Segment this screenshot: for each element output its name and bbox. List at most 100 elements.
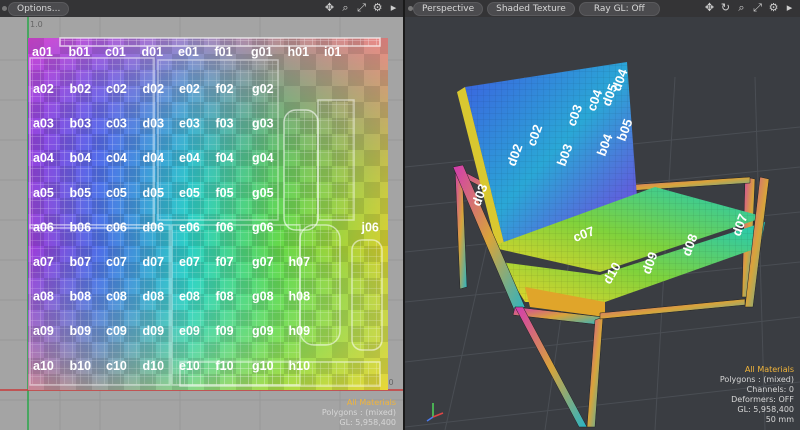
uv-info-materials: All Materials: [346, 398, 396, 407]
uv-label: g08: [252, 290, 274, 304]
uv-label: f10: [216, 359, 234, 373]
uv-label: e01: [178, 45, 199, 59]
uv-label: h09: [289, 324, 311, 338]
uv-label: d06: [143, 220, 165, 234]
uv-label: c06: [106, 220, 127, 234]
persp-info-scale: 50 mm: [765, 415, 794, 424]
uv-label: i01: [324, 45, 341, 59]
uv-viewport-header: Options... ✥ ⌕ ⤢ ⚙ ▸: [0, 0, 404, 17]
viewport-corner-dot: [408, 6, 413, 11]
uv-label: a10: [33, 359, 54, 373]
uv-label: e02: [179, 82, 200, 96]
uv-label: d09: [143, 324, 165, 338]
uv-label: h07: [289, 255, 311, 269]
uv-label: e03: [179, 117, 200, 131]
fit-icon[interactable]: ⤢: [355, 1, 368, 14]
uv-label: e08: [179, 290, 200, 304]
uv-label: c07: [106, 255, 127, 269]
uv-label: c01: [105, 45, 126, 59]
uv-label: g04: [252, 151, 274, 165]
uv-label: b06: [70, 220, 92, 234]
shading-mode-button[interactable]: Shaded Texture: [487, 1, 575, 16]
uv-label: a06: [33, 220, 54, 234]
axis-gizmo: [426, 403, 444, 422]
uv-canvas[interactable]: a01 b01 c01 d01 e01 f01 g01 h01 i01 a02 b02 c02 d02 e…: [0, 17, 404, 430]
uv-label: f03: [216, 117, 234, 131]
uv-label: a02: [33, 82, 54, 96]
perspective-viewport-header: Perspective Shaded Texture Ray GL: Off ✥…: [405, 0, 800, 17]
uv-info-panel: All Materials Polygons : (mixed) GL: 5,9…: [322, 398, 396, 428]
fit-icon[interactable]: ⤢: [751, 1, 764, 14]
uv-label: c04: [106, 151, 127, 165]
expand-icon[interactable]: ▸: [783, 1, 796, 14]
persp-info-polygons: Polygons : (mixed): [719, 375, 794, 384]
uv-label: a09: [33, 324, 54, 338]
uv-label: j06: [361, 220, 379, 234]
uv-label: e05: [179, 186, 200, 200]
viewport-corner-dot: [2, 6, 7, 11]
uv-label: e07: [179, 255, 200, 269]
uv-label: e06: [179, 220, 200, 234]
uv-label: c10: [106, 359, 127, 373]
uv-label: f06: [216, 220, 234, 234]
uv-label: b09: [70, 324, 92, 338]
uv-label: c05: [106, 186, 127, 200]
uv-label: f07: [216, 255, 234, 269]
uv-label: b03: [70, 117, 92, 131]
uv-viewport[interactable]: Options... ✥ ⌕ ⤢ ⚙ ▸ 1.0 .0 a01 b01 c01 …: [0, 0, 404, 430]
zoom-icon[interactable]: ⌕: [339, 1, 352, 14]
move-icon[interactable]: ✥: [703, 1, 716, 14]
expand-icon[interactable]: ▸: [387, 1, 400, 14]
uv-label: g09: [252, 324, 274, 338]
uv-label: d10: [143, 359, 165, 373]
uv-label: e09: [179, 324, 200, 338]
persp-info-gl: GL: 5,958,400: [737, 405, 794, 414]
uv-label: a04: [33, 151, 54, 165]
uv-label: a08: [33, 290, 54, 304]
view-type-button[interactable]: Perspective: [413, 1, 484, 16]
uv-label: b07: [70, 255, 92, 269]
rotate-icon[interactable]: ↻: [719, 1, 732, 14]
uv-label: e04: [179, 151, 200, 165]
settings-icon[interactable]: ⚙: [767, 1, 780, 14]
uv-label: g02: [252, 82, 274, 96]
uv-label: c08: [106, 290, 127, 304]
uv-label: g06: [252, 220, 274, 234]
persp-info-panel: All Materials Polygons : (mixed) Channel…: [720, 365, 794, 425]
persp-info-deformers: Deformers: OFF: [731, 395, 794, 404]
uv-label: b04: [70, 151, 92, 165]
uv-label: b02: [70, 82, 92, 96]
uv-label: f02: [216, 82, 234, 96]
uv-label: c09: [106, 324, 127, 338]
options-button[interactable]: Options...: [8, 1, 70, 16]
uv-info-polygons: Polygons : (mixed): [321, 408, 396, 417]
uv-label: g01: [251, 45, 273, 59]
uv-label: a07: [33, 255, 54, 269]
uv-label: d07: [143, 255, 165, 269]
uv-label: g07: [252, 255, 274, 269]
uv-label: f04: [216, 151, 234, 165]
uv-info-gl: GL: 5,958,400: [339, 418, 396, 427]
uv-label: b05: [70, 186, 92, 200]
settings-icon[interactable]: ⚙: [371, 1, 384, 14]
persp-info-materials: All Materials: [744, 365, 794, 374]
perspective-viewport[interactable]: Perspective Shaded Texture Ray GL: Off ✥…: [405, 0, 800, 430]
zoom-icon[interactable]: ⌕: [735, 1, 748, 14]
uv-label: a05: [33, 186, 54, 200]
move-icon[interactable]: ✥: [323, 1, 336, 14]
uv-label: b08: [70, 290, 92, 304]
uv-label: c03: [106, 117, 127, 131]
uv-label: d03: [143, 117, 165, 131]
uv-label: d02: [143, 82, 165, 96]
uv-label: h08: [289, 290, 311, 304]
uv-label: a01: [32, 45, 53, 59]
uv-label: d05: [143, 186, 165, 200]
uv-label: e10: [179, 359, 200, 373]
uv-label: f08: [216, 290, 234, 304]
uv-label: h01: [288, 45, 310, 59]
uv-label: f05: [216, 186, 234, 200]
uv-label: d04: [143, 151, 165, 165]
ray-gl-button[interactable]: Ray GL: Off: [578, 1, 660, 16]
uv-label: d01: [142, 45, 164, 59]
persp-info-channels: Channels: 0: [746, 385, 794, 394]
